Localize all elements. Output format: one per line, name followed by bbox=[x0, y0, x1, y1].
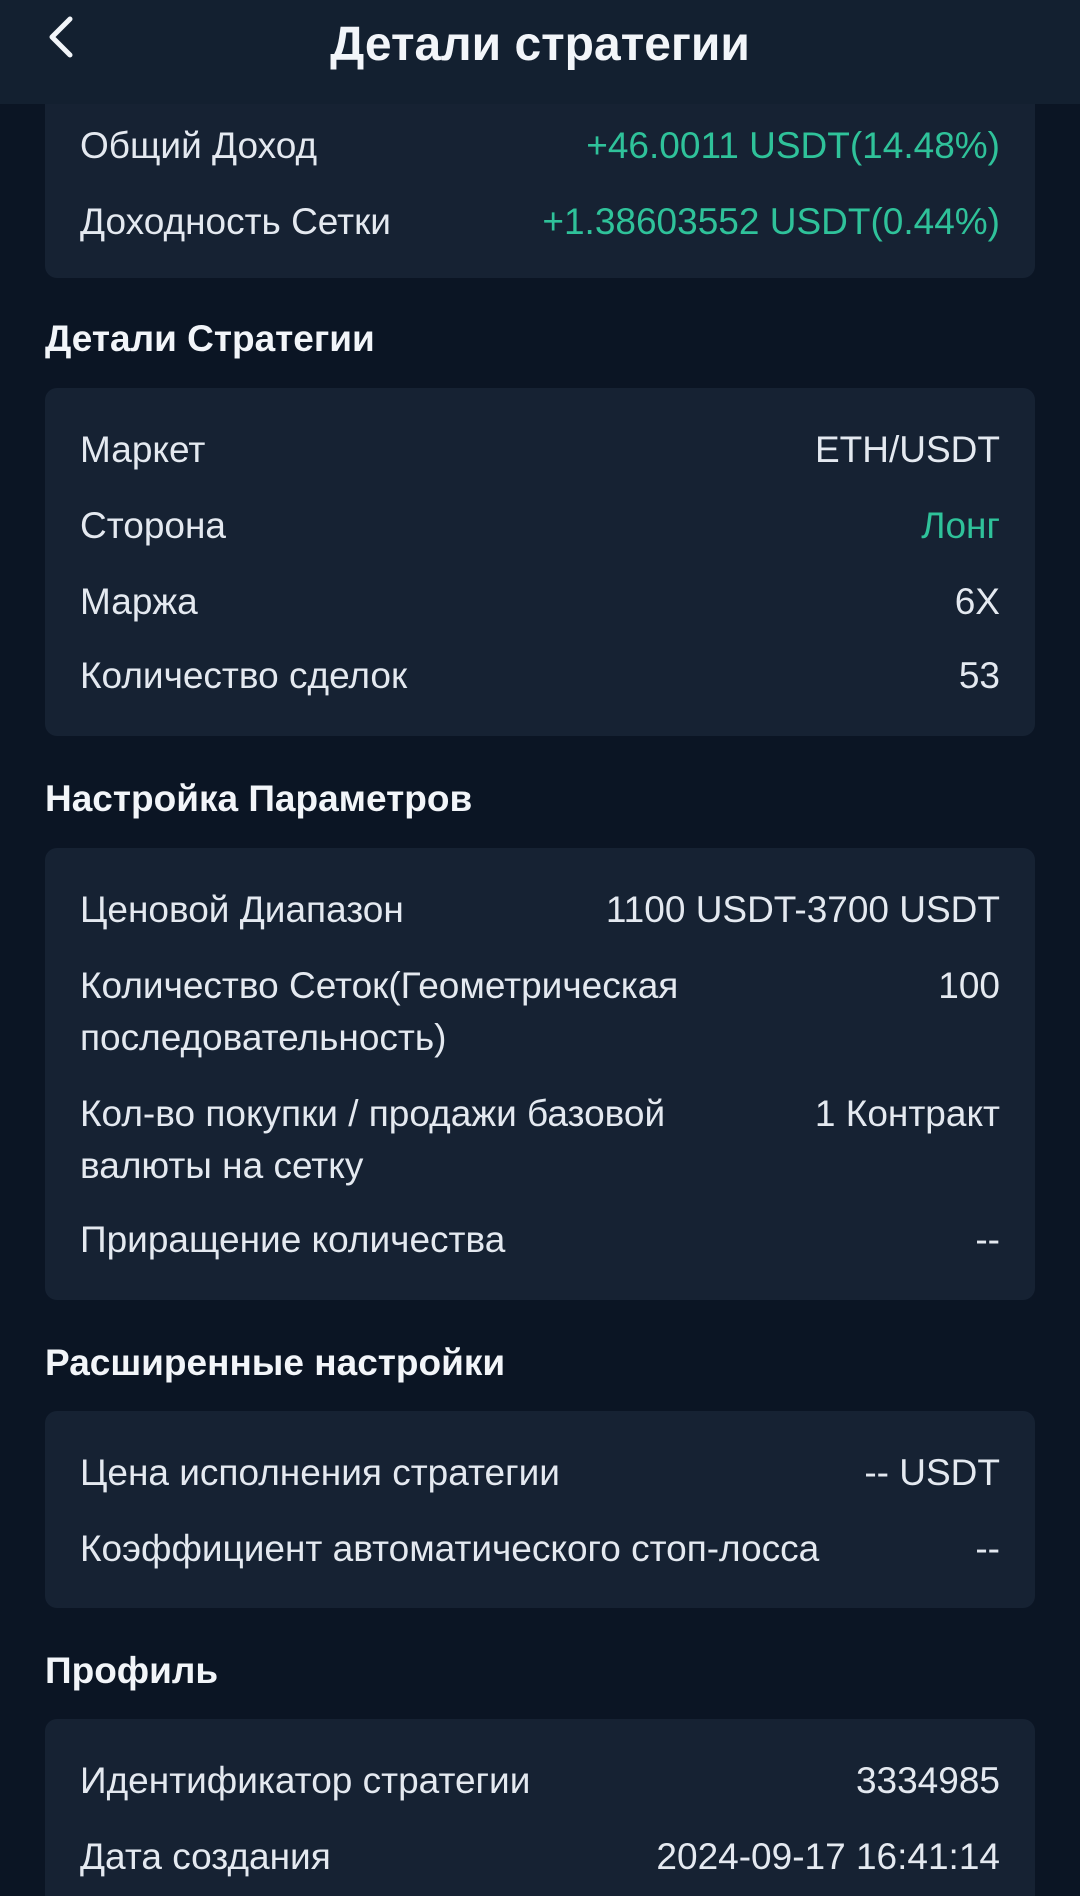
price-range-value: 1100 USDT-3700 USDT bbox=[605, 889, 1000, 930]
top-bar: Детали стратегии bbox=[0, 0, 1080, 104]
stop-loss-label: Коэффициент автоматического стоп-лосса bbox=[80, 1528, 820, 1569]
param-row-grid-count: Количество Сеток(Геометрическая последов… bbox=[80, 960, 1000, 1064]
strategy-id-label: Идентификатор стратегии bbox=[80, 1760, 531, 1801]
exec-price-value: -- USDT bbox=[864, 1452, 1000, 1493]
detail-row-trades: Количество сделок 53 bbox=[80, 650, 1000, 702]
market-label: Маркет bbox=[80, 429, 206, 470]
advanced-row-stop-loss: Коэффициент автоматического стоп-лосса -… bbox=[80, 1523, 1000, 1575]
qty-increment-label: Приращение количества bbox=[80, 1219, 506, 1260]
total-income-value: +46.0011 USDT(14.48%) bbox=[586, 125, 1000, 166]
total-income-row: Общий Доход +46.0011 USDT(14.48%) bbox=[80, 120, 1000, 172]
margin-label: Маржа bbox=[80, 581, 198, 622]
grid-income-label: Доходность Сетки bbox=[80, 201, 391, 242]
total-income-label: Общий Доход bbox=[80, 125, 318, 166]
grid-income-value: +1.38603552 USDT(0.44%) bbox=[542, 201, 1000, 242]
strategy-details-title: Детали Стратегии bbox=[45, 318, 375, 359]
stop-loss-value: -- bbox=[975, 1528, 1000, 1569]
exec-price-label: Цена исполнения стратегии bbox=[80, 1452, 560, 1493]
profile-row-id: Идентификатор стратегии 3334985 bbox=[80, 1755, 1000, 1807]
price-range-label: Ценовой Диапазон bbox=[80, 889, 404, 930]
detail-row-side: Сторона Лонг bbox=[80, 500, 1000, 552]
side-label: Сторона bbox=[80, 505, 226, 546]
advanced-row-exec-price: Цена исполнения стратегии -- USDT bbox=[80, 1447, 1000, 1499]
param-row-qty-per-grid: Кол-во покупки / продажи базовой валюты … bbox=[80, 1088, 1000, 1192]
qty-per-grid-value: 1 Контракт bbox=[814, 1093, 1000, 1134]
page-title: Детали стратегии bbox=[330, 17, 750, 71]
created-date-label: Дата создания bbox=[80, 1836, 331, 1877]
trades-value: 53 bbox=[958, 655, 1000, 696]
qty-increment-value: -- bbox=[975, 1219, 1000, 1260]
advanced-title: Расширенные настройки bbox=[45, 1342, 506, 1383]
qty-per-grid-label: Кол-во покупки / продажи базовой валюты … bbox=[80, 1093, 666, 1186]
parameters-title: Настройка Параметров bbox=[45, 778, 473, 819]
strategy-details-card: Маркет ETH/USDT Сторона Лонг Маржа 6X Ко… bbox=[45, 388, 1035, 736]
profile-title: Профиль bbox=[45, 1650, 219, 1691]
grid-income-row: Доходность Сетки +1.38603552 USDT(0.44%) bbox=[80, 196, 1000, 248]
advanced-card: Цена исполнения стратегии -- USDT Коэффи… bbox=[45, 1411, 1035, 1608]
margin-value: 6X bbox=[954, 581, 1000, 622]
trades-label: Количество сделок bbox=[80, 655, 408, 696]
parameters-card: Ценовой Диапазон 1100 USDT-3700 USDT Кол… bbox=[45, 848, 1035, 1300]
profile-card: Идентификатор стратегии 3334985 Дата соз… bbox=[45, 1719, 1035, 1896]
side-value: Лонг bbox=[921, 505, 1000, 546]
param-row-qty-increment: Приращение количества -- bbox=[80, 1214, 1000, 1266]
detail-row-market: Маркет ETH/USDT bbox=[80, 424, 1000, 476]
grid-count-value: 100 bbox=[938, 965, 1000, 1006]
grid-count-label: Количество Сеток(Геометрическая последов… bbox=[80, 965, 679, 1058]
back-button[interactable] bbox=[38, 14, 84, 60]
profile-row-created: Дата создания 2024-09-17 16:41:14 bbox=[80, 1831, 1000, 1883]
param-row-price-range: Ценовой Диапазон 1100 USDT-3700 USDT bbox=[80, 884, 1000, 936]
detail-row-margin: Маржа 6X bbox=[80, 576, 1000, 628]
strategy-id-value: 3334985 bbox=[855, 1760, 1000, 1801]
market-value: ETH/USDT bbox=[815, 429, 1000, 470]
created-date-value: 2024-09-17 16:41:14 bbox=[656, 1836, 1000, 1877]
income-card: Общий Доход +46.0011 USDT(14.48%) Доходн… bbox=[45, 104, 1035, 278]
chevron-left-icon bbox=[49, 16, 73, 58]
